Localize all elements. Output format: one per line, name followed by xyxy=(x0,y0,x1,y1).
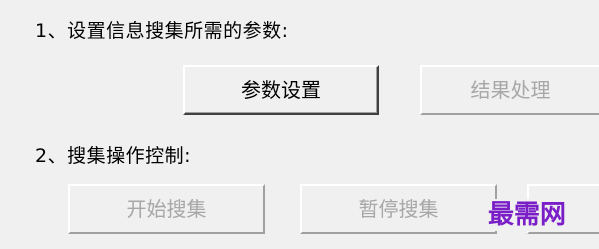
step1-label: 1、设置信息搜集所需的参数: xyxy=(35,20,289,42)
pause-collect-button[interactable]: 暂停搜集 xyxy=(300,184,497,234)
site-watermark: 最需网 xyxy=(488,199,573,231)
result-processing-button[interactable]: 结果处理 xyxy=(420,65,599,115)
start-collect-button[interactable]: 开始搜集 xyxy=(68,184,265,234)
step2-label: 2、搜集操作控制: xyxy=(35,145,191,167)
param-settings-button[interactable]: 参数设置 xyxy=(183,65,379,115)
